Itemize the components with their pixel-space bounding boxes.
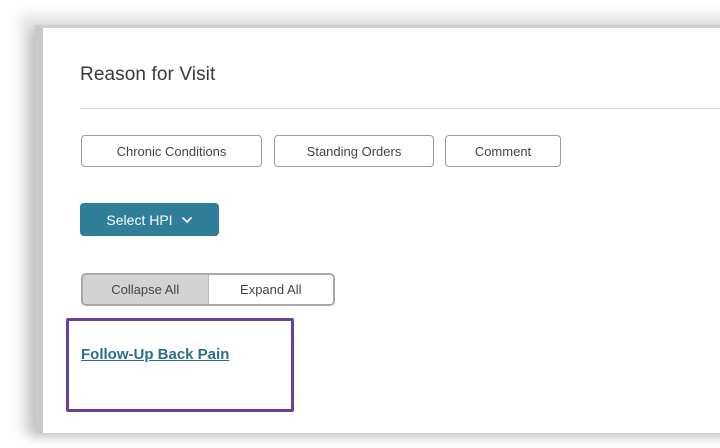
screenshot-stage: Reason for Visit Chronic Conditions Stan… [0,0,720,448]
comment-button[interactable]: Comment [445,135,561,167]
reason-for-visit-panel: Reason for Visit Chronic Conditions Stan… [35,25,720,433]
chevron-down-icon [181,216,192,223]
collapse-expand-toggle: Collapse All Expand All [81,273,335,306]
select-hpi-label: Select HPI [106,211,173,228]
expand-all-button[interactable]: Expand All [208,275,333,304]
chronic-conditions-button[interactable]: Chronic Conditions [81,135,262,167]
highlight-box [66,318,294,412]
section-title: Reason for Visit [80,64,216,85]
select-hpi-dropdown[interactable]: Select HPI [80,203,219,236]
collapse-all-button[interactable]: Collapse All [83,275,209,304]
divider [80,108,720,109]
hpi-item-link[interactable]: Follow-Up Back Pain [81,346,229,363]
standing-orders-button[interactable]: Standing Orders [274,135,434,167]
